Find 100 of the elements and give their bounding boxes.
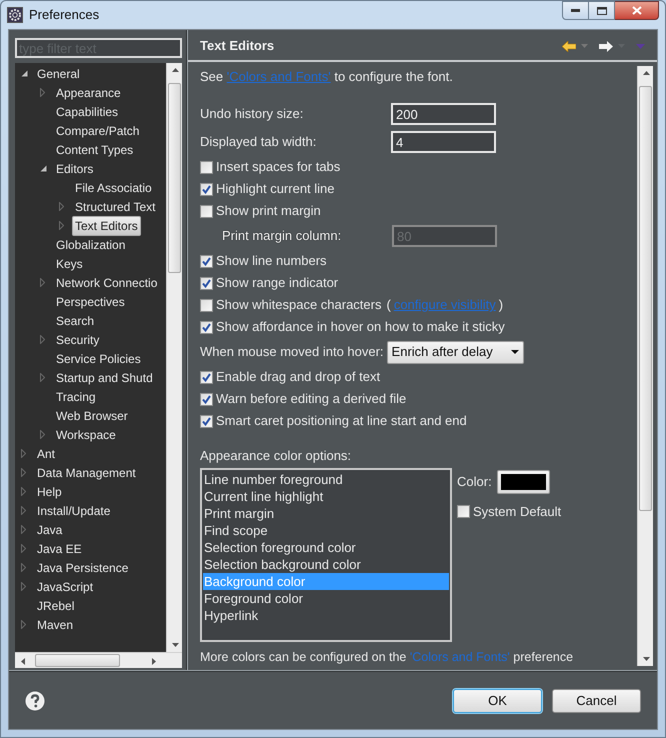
checkbox[interactable] [200, 160, 213, 174]
tree-item[interactable]: JavaScript [34, 576, 96, 596]
checkbox-label: Highlight current line [216, 180, 335, 198]
tree-item[interactable]: Java Persistence [34, 558, 132, 578]
list-item[interactable]: Foreground color [203, 590, 449, 607]
list-item[interactable]: Current line highlight [203, 488, 449, 505]
check-icon [202, 322, 211, 332]
minimize-icon [571, 9, 580, 12]
checkbox[interactable] [200, 414, 213, 428]
tree-item[interactable]: Search [53, 310, 98, 330]
checkbox[interactable] [200, 254, 213, 268]
checkbox-label: Show range indicator [216, 274, 338, 292]
checkbox-label: Show whitespace characters [216, 296, 382, 314]
minimize-button[interactable] [562, 1, 589, 20]
field-label: Undo history size: [200, 105, 304, 124]
tree-item[interactable]: Editors [53, 158, 96, 178]
scroll-down-icon[interactable] [643, 657, 650, 661]
tree-item[interactable]: Web Browser [53, 406, 131, 426]
check-icon [202, 278, 211, 288]
tree-item[interactable]: JRebel [34, 596, 78, 616]
scroll-right-icon[interactable] [152, 658, 156, 665]
back-arrow-icon[interactable] [562, 40, 576, 52]
check-icon [202, 394, 211, 404]
caret-icon [510, 350, 519, 354]
page-title: Text Editors [200, 37, 274, 56]
expanded-arrow-icon[interactable] [40, 165, 47, 172]
paren-text: ) [498, 296, 504, 314]
number-field[interactable]: 4 [391, 131, 496, 153]
tree-item[interactable]: Workspace [53, 424, 119, 444]
tree-item[interactable]: Capabilities [53, 102, 122, 122]
tree-item[interactable]: Ant [34, 444, 58, 464]
tree-item[interactable]: Data Management [34, 462, 139, 482]
color-options-list[interactable]: Line number foreground Current line highlight Print margin Find scope Selection foreground color Selection background color Background color Foreground color Hyperlink [200, 468, 452, 642]
maximize-button[interactable] [589, 1, 615, 20]
list-item[interactable]: Find scope [203, 522, 449, 539]
checkbox[interactable] [200, 320, 213, 334]
tree-item[interactable]: Text Editors [72, 216, 141, 236]
tree-item[interactable]: Help [34, 482, 65, 502]
field-label: Displayed tab width: [200, 133, 318, 152]
checkbox-label: Show line numbers [216, 252, 327, 270]
list-item[interactable]: Print margin [203, 505, 449, 522]
list-item[interactable]: Line number foreground [203, 471, 449, 488]
tree-item[interactable]: Perspectives [53, 292, 128, 312]
checkbox[interactable] [200, 204, 213, 218]
note-text: More colors can be configured on the 'Colors and Fonts' preference [200, 649, 574, 666]
tree-item[interactable]: General [34, 64, 83, 84]
list-item[interactable]: Selection background color [203, 556, 449, 573]
checkbox-label: Insert spaces for tabs [216, 158, 340, 176]
color-button[interactable] [496, 470, 550, 494]
window-title: Preferences [29, 6, 100, 24]
tree-item[interactable]: Network Connectio [53, 272, 160, 292]
tree-item[interactable]: Compare/Patch [53, 120, 142, 140]
tree-item[interactable]: Structured Text [72, 196, 158, 216]
scroll-down-icon[interactable] [172, 643, 179, 647]
dropdown-label: When mouse moved into hover: [200, 343, 384, 362]
scroll-up-icon[interactable] [643, 71, 650, 75]
tree-item[interactable]: Content Types [53, 140, 136, 160]
checkbox[interactable] [200, 182, 213, 196]
checkbox[interactable] [200, 392, 213, 406]
dialog-button[interactable]: OK [453, 688, 542, 712]
tree-item[interactable]: Java EE [34, 538, 85, 558]
list-item[interactable]: Selection foreground color [203, 539, 449, 556]
check-icon [202, 372, 211, 382]
help-icon[interactable] [25, 690, 45, 710]
checkbox[interactable] [200, 298, 213, 312]
number-field[interactable]: 200 [391, 103, 496, 125]
forward-arrow-icon[interactable] [599, 40, 613, 52]
checkbox[interactable] [200, 276, 213, 290]
tree-item[interactable]: Startup and Shutd [53, 368, 156, 388]
vertical-scrollbar[interactable] [637, 66, 653, 666]
tree-item[interactable]: Java [34, 520, 66, 540]
intro-text: See 'Colors and Fonts' to configure the font. [200, 66, 629, 88]
scroll-up-icon[interactable] [172, 68, 179, 72]
hover-dropdown[interactable]: Enrich after delay [386, 340, 524, 364]
horizontal-scrollbar[interactable] [15, 652, 182, 668]
check-icon [202, 256, 211, 266]
tree-item[interactable]: Maven [34, 614, 76, 634]
checkbox-label: System Default [473, 503, 562, 521]
tree-item[interactable]: Security [53, 330, 102, 350]
expanded-arrow-icon[interactable] [21, 70, 28, 77]
tree-item[interactable]: Appearance [53, 82, 124, 102]
tree-item[interactable]: File Associatio [72, 178, 155, 198]
tree-item[interactable]: Keys [53, 254, 86, 274]
tree-item[interactable]: Globalization [53, 234, 128, 254]
list-item[interactable]: Hyperlink [203, 607, 449, 624]
paren-text: ( [386, 296, 391, 314]
tree-item[interactable]: Install/Update [34, 500, 114, 520]
scroll-left-icon[interactable] [21, 658, 25, 665]
tree-item[interactable]: Service Policies [53, 348, 144, 368]
close-icon [632, 6, 642, 15]
close-button[interactable] [615, 1, 659, 20]
checkbox[interactable] [457, 505, 470, 518]
check-icon [202, 184, 211, 194]
checkbox-label: Warn before editing a derived file [216, 390, 406, 408]
vertical-scrollbar[interactable] [166, 63, 182, 652]
section-label: Appearance color options: [200, 447, 352, 464]
tree-item[interactable]: Tracing [53, 386, 99, 406]
checkbox[interactable] [200, 370, 213, 384]
dialog-button[interactable]: Cancel [552, 688, 641, 712]
checkbox-label: Show print margin [216, 202, 321, 220]
